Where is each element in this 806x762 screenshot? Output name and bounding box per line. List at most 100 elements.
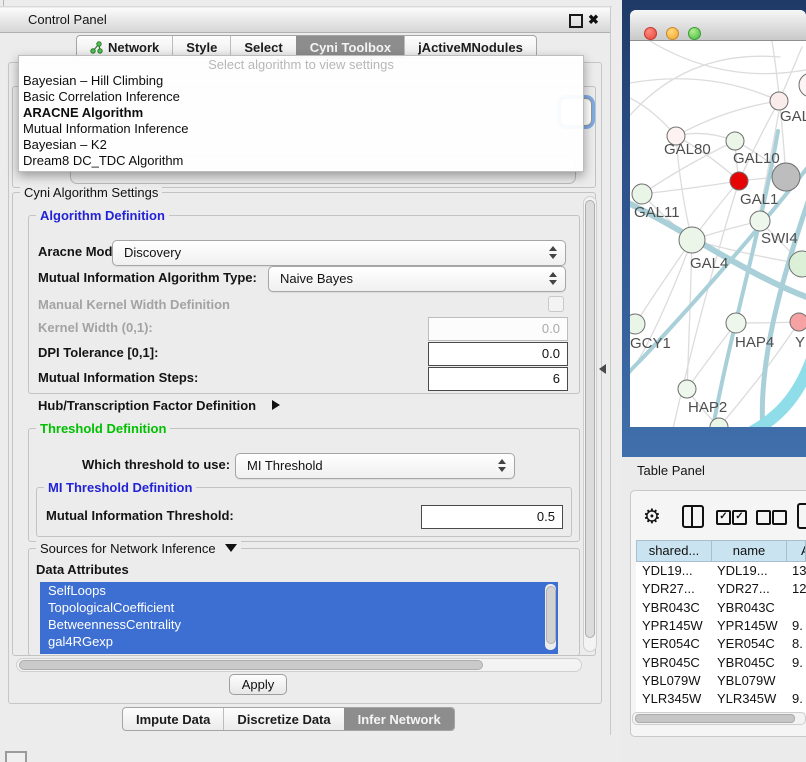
cell[interactable]: YER054C (711, 635, 786, 653)
table-row[interactable]: YDL19... YDL19... 13 (636, 562, 806, 580)
column-header-shared[interactable]: shared... (636, 540, 712, 562)
checked-checkbox-icon[interactable]: ✓ (716, 510, 731, 525)
network-node[interactable] (630, 314, 645, 334)
manual-kernel-width-checkbox[interactable] (548, 296, 564, 312)
cell[interactable]: YPR145W (636, 617, 711, 635)
tab-infer-network[interactable]: Infer Network (344, 708, 454, 730)
popup-item[interactable]: Mutual Information Inference (19, 121, 583, 137)
close-traffic-light-icon[interactable] (644, 27, 657, 40)
cell[interactable]: YBR043C (711, 599, 786, 617)
list-item[interactable]: gal4RGexp (40, 633, 558, 650)
cell[interactable]: YDR27... (711, 580, 786, 598)
cell[interactable] (786, 599, 806, 617)
table-row[interactable]: YBL079W YBL079W (636, 672, 806, 690)
cell[interactable] (786, 672, 806, 690)
list-item[interactable]: SelfLoops (40, 582, 558, 599)
kernel-width-field[interactable]: 0.0 (428, 317, 568, 341)
table-row[interactable]: YBR043C YBR043C (636, 599, 806, 617)
cell[interactable]: 9. (786, 617, 806, 635)
popup-item-selected[interactable]: ARACNE Algorithm (19, 105, 583, 121)
tab-discretize-data[interactable]: Discretize Data (223, 708, 343, 730)
cell[interactable]: 9. (786, 654, 806, 672)
network-graph[interactable]: GALGAL80GAL10GAL1GAL11SWI4GAL4GCY1HAP4YH… (630, 41, 806, 427)
columns-icon[interactable] (682, 505, 704, 528)
table-row[interactable]: YER054C YER054C 8. (636, 635, 806, 653)
settings-horizontal-scrollbar[interactable] (16, 658, 582, 672)
table-row[interactable]: YLR345W YLR345W 9. (636, 690, 806, 708)
network-node[interactable] (790, 313, 806, 331)
minimize-traffic-light-icon[interactable] (666, 27, 679, 40)
column-header-name[interactable]: name (711, 540, 787, 562)
close-icon[interactable]: ✖ (588, 8, 599, 32)
cell[interactable]: YDR27... (636, 580, 711, 598)
mi-threshold-field[interactable]: 0.5 (421, 505, 563, 529)
collapse-down-icon[interactable] (225, 544, 237, 552)
cell[interactable]: 13 (786, 562, 806, 580)
network-node-label: GAL4 (690, 255, 728, 272)
apply-button[interactable]: Apply (229, 674, 287, 695)
cell[interactable]: YLR345W (711, 690, 786, 708)
network-icon (90, 41, 103, 54)
tab-impute-data[interactable]: Impute Data (123, 708, 223, 730)
popup-item[interactable]: Bayesian – K2 (19, 137, 583, 153)
mi-steps-field[interactable]: 6 (428, 367, 568, 391)
column-header-partial[interactable]: A (786, 540, 806, 562)
aracne-mode-combobox[interactable]: Discovery (112, 240, 566, 266)
unchecked-checkbox-icon[interactable] (756, 510, 771, 525)
cell[interactable]: 12 (786, 580, 806, 598)
list-scrollbar[interactable] (545, 584, 556, 650)
zoom-traffic-light-icon[interactable] (688, 27, 701, 40)
popup-item[interactable]: Basic Correlation Inference (19, 89, 583, 105)
float-window-icon[interactable] (569, 14, 583, 28)
list-scrollbar-thumb[interactable] (546, 586, 556, 644)
table-horizontal-scrollbar-thumb[interactable] (635, 714, 795, 723)
network-window-titlebar[interactable] (630, 10, 806, 41)
cell[interactable]: YLR345W (636, 690, 711, 708)
table-row[interactable]: YBR045C YBR045C 9. (636, 654, 806, 672)
data-attributes-list[interactable]: SelfLoops TopologicalCoefficient Between… (40, 582, 558, 654)
tab-infer-network-label: Infer Network (358, 712, 441, 727)
network-node[interactable] (726, 313, 746, 333)
cell[interactable]: YBR043C (636, 599, 711, 617)
settings-horizontal-scrollbar-thumb[interactable] (19, 660, 483, 670)
network-node-label: GAL10 (733, 150, 780, 167)
gear-icon[interactable]: ⚙ (643, 504, 661, 528)
cell[interactable]: YBR045C (636, 654, 711, 672)
table-row[interactable]: YDR27... YDR27... 12 (636, 580, 806, 598)
network-node[interactable] (632, 184, 652, 204)
list-item[interactable]: BetweennessCentrality (40, 616, 558, 633)
cell[interactable]: 8. (786, 635, 806, 653)
expand-right-icon[interactable] (272, 400, 280, 410)
cell[interactable]: YER054C (636, 635, 711, 653)
document-icon[interactable] (797, 503, 806, 529)
cell[interactable]: YDL19... (711, 562, 786, 580)
table-horizontal-scrollbar[interactable] (632, 712, 806, 725)
cell[interactable]: 9. (786, 690, 806, 708)
mi-algorithm-type-combobox[interactable]: Naive Bayes (268, 266, 566, 292)
table-row[interactable]: YPR145W YPR145W 9. (636, 617, 806, 635)
which-threshold-combobox[interactable]: MI Threshold (235, 453, 515, 479)
checked-checkbox-icon[interactable]: ✓ (732, 510, 747, 525)
tab-network-label: Network (108, 40, 159, 55)
network-node[interactable] (799, 73, 806, 97)
settings-vertical-scrollbar[interactable] (583, 196, 597, 652)
network-node[interactable] (726, 132, 744, 150)
cell[interactable]: YBR045C (711, 654, 786, 672)
popup-item[interactable]: Bayesian – Hill Climbing (19, 73, 583, 89)
network-node[interactable] (730, 172, 748, 190)
network-node[interactable] (750, 211, 770, 231)
network-node[interactable] (678, 380, 696, 398)
network-node[interactable] (772, 163, 800, 191)
list-item[interactable]: TopologicalCoefficient (40, 599, 558, 616)
cell[interactable]: YPR145W (711, 617, 786, 635)
unchecked-checkbox-icon[interactable] (772, 510, 787, 525)
cell[interactable]: YBL079W (636, 672, 711, 690)
cell[interactable]: YBL079W (711, 672, 786, 690)
settings-vertical-scrollbar-thumb[interactable] (585, 200, 595, 638)
minimized-panel-icon[interactable] (5, 751, 27, 762)
popup-item[interactable]: Dream8 DC_TDC Algorithm (19, 153, 583, 169)
network-node[interactable] (679, 227, 705, 253)
cell[interactable]: YDL19... (636, 562, 711, 580)
dpi-tolerance-field[interactable]: 0.0 (428, 342, 568, 366)
panel-collapse-arrow-icon[interactable] (599, 364, 606, 374)
